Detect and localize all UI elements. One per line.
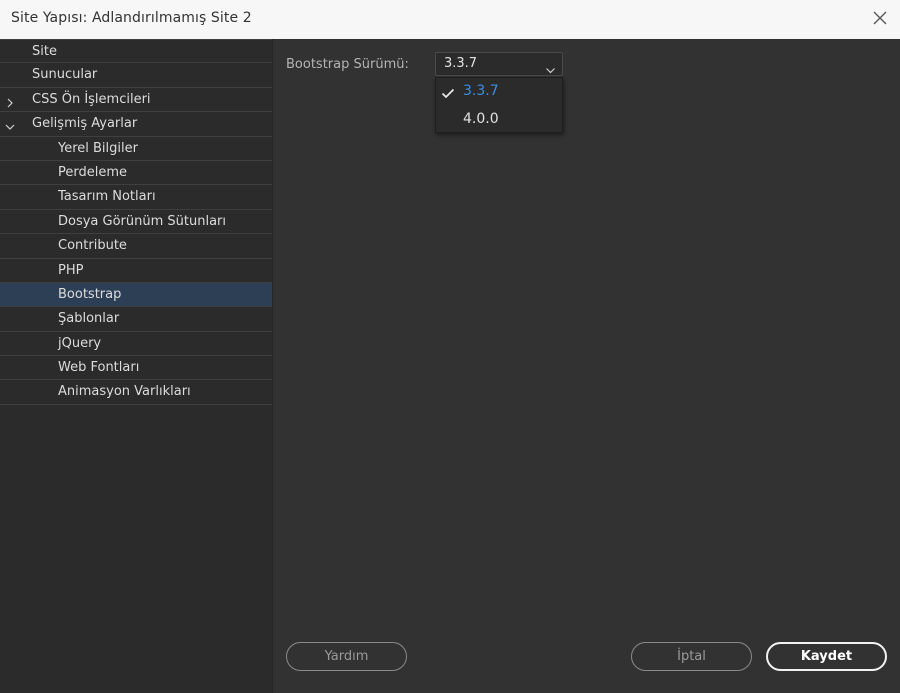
sidebar-item-contribute[interactable]: Contribute xyxy=(0,234,272,259)
sidebar-item-php[interactable]: PHP xyxy=(0,259,272,283)
sidebar-item-label: Dosya Görünüm Sütunları xyxy=(58,213,227,229)
window-title: Site Yapısı: Adlandırılmamış Site 2 xyxy=(11,10,252,26)
cancel-button[interactable]: İptal xyxy=(631,642,752,671)
chevron-down-icon[interactable] xyxy=(5,118,15,131)
sidebar-item-animation-assets[interactable]: Animasyon Varlıkları xyxy=(0,380,272,405)
sidebar-item-label: Site xyxy=(32,44,57,59)
help-button[interactable]: Yardım xyxy=(286,642,407,671)
dropdown-option-label: 3.3.7 xyxy=(463,83,499,99)
dropdown-option-3-3-7[interactable]: 3.3.7 xyxy=(436,78,562,106)
sidebar-item-label: Animasyon Varlıkları xyxy=(58,384,191,400)
select-value: 3.3.7 xyxy=(444,56,478,71)
dropdown-option-label: 4.0.0 xyxy=(463,111,499,127)
sidebar-item-label: jQuery xyxy=(58,335,102,351)
dropdown-option-4-0-0[interactable]: 4.0.0 xyxy=(436,106,562,134)
sidebar-item-label: Tasarım Notları xyxy=(58,189,156,205)
sidebar-item-templates[interactable]: Şablonlar xyxy=(0,307,272,332)
chevron-right-icon[interactable] xyxy=(5,94,15,108)
bootstrap-version-select[interactable]: 3.3.7 xyxy=(435,52,563,76)
save-button[interactable]: Kaydet xyxy=(766,642,887,671)
settings-panel: Bootstrap Sürümü: 3.3.7 3.3.7 4.0.0 Yard… xyxy=(273,39,900,693)
sidebar-item-label: Perdeleme xyxy=(58,164,128,180)
bootstrap-version-label: Bootstrap Sürümü: xyxy=(286,57,409,72)
sidebar-item-label: Contribute xyxy=(58,238,127,254)
sidebar-item-css-preprocessors[interactable]: CSS Ön İşlemcileri xyxy=(0,88,272,113)
sidebar-item-label: Sunucular xyxy=(32,67,98,83)
sidebar-item-advanced-settings[interactable]: Gelişmiş Ayarlar xyxy=(0,112,272,137)
checkmark-icon xyxy=(441,87,455,99)
sidebar-item-label: Web Fontları xyxy=(58,360,140,376)
title-bar: Site Yapısı: Adlandırılmamış Site 2 xyxy=(0,0,900,39)
close-icon[interactable] xyxy=(871,9,889,27)
sidebar-item-label: Bootstrap xyxy=(58,286,122,302)
sidebar-item-label: CSS Ön İşlemcileri xyxy=(32,91,151,107)
sidebar-item-design-notes[interactable]: Tasarım Notları xyxy=(0,185,272,210)
sidebar-item-jquery[interactable]: jQuery xyxy=(0,332,272,357)
sidebar-item-cloaking[interactable]: Perdeleme xyxy=(0,161,272,186)
sidebar-item-file-view-columns[interactable]: Dosya Görünüm Sütunları xyxy=(0,210,272,235)
sidebar-item-label: Yerel Bilgiler xyxy=(58,140,138,156)
sidebar-item-label: Gelişmiş Ayarlar xyxy=(32,116,138,132)
sidebar-item-label: Şablonlar xyxy=(58,311,120,327)
settings-sidebar: Site Sunucular CSS Ön İşlemcileri Gelişm… xyxy=(0,39,273,693)
sidebar-item-site[interactable]: Site xyxy=(0,39,272,64)
version-dropdown-menu: 3.3.7 4.0.0 xyxy=(435,77,563,133)
chevron-down-icon xyxy=(545,60,556,74)
sidebar-item-label: PHP xyxy=(58,262,84,278)
sidebar-item-local-info[interactable]: Yerel Bilgiler xyxy=(0,137,272,161)
sidebar-item-servers[interactable]: Sunucular xyxy=(0,63,272,88)
sidebar-item-web-fonts[interactable]: Web Fontları xyxy=(0,356,272,381)
sidebar-item-bootstrap[interactable]: Bootstrap xyxy=(0,282,272,308)
